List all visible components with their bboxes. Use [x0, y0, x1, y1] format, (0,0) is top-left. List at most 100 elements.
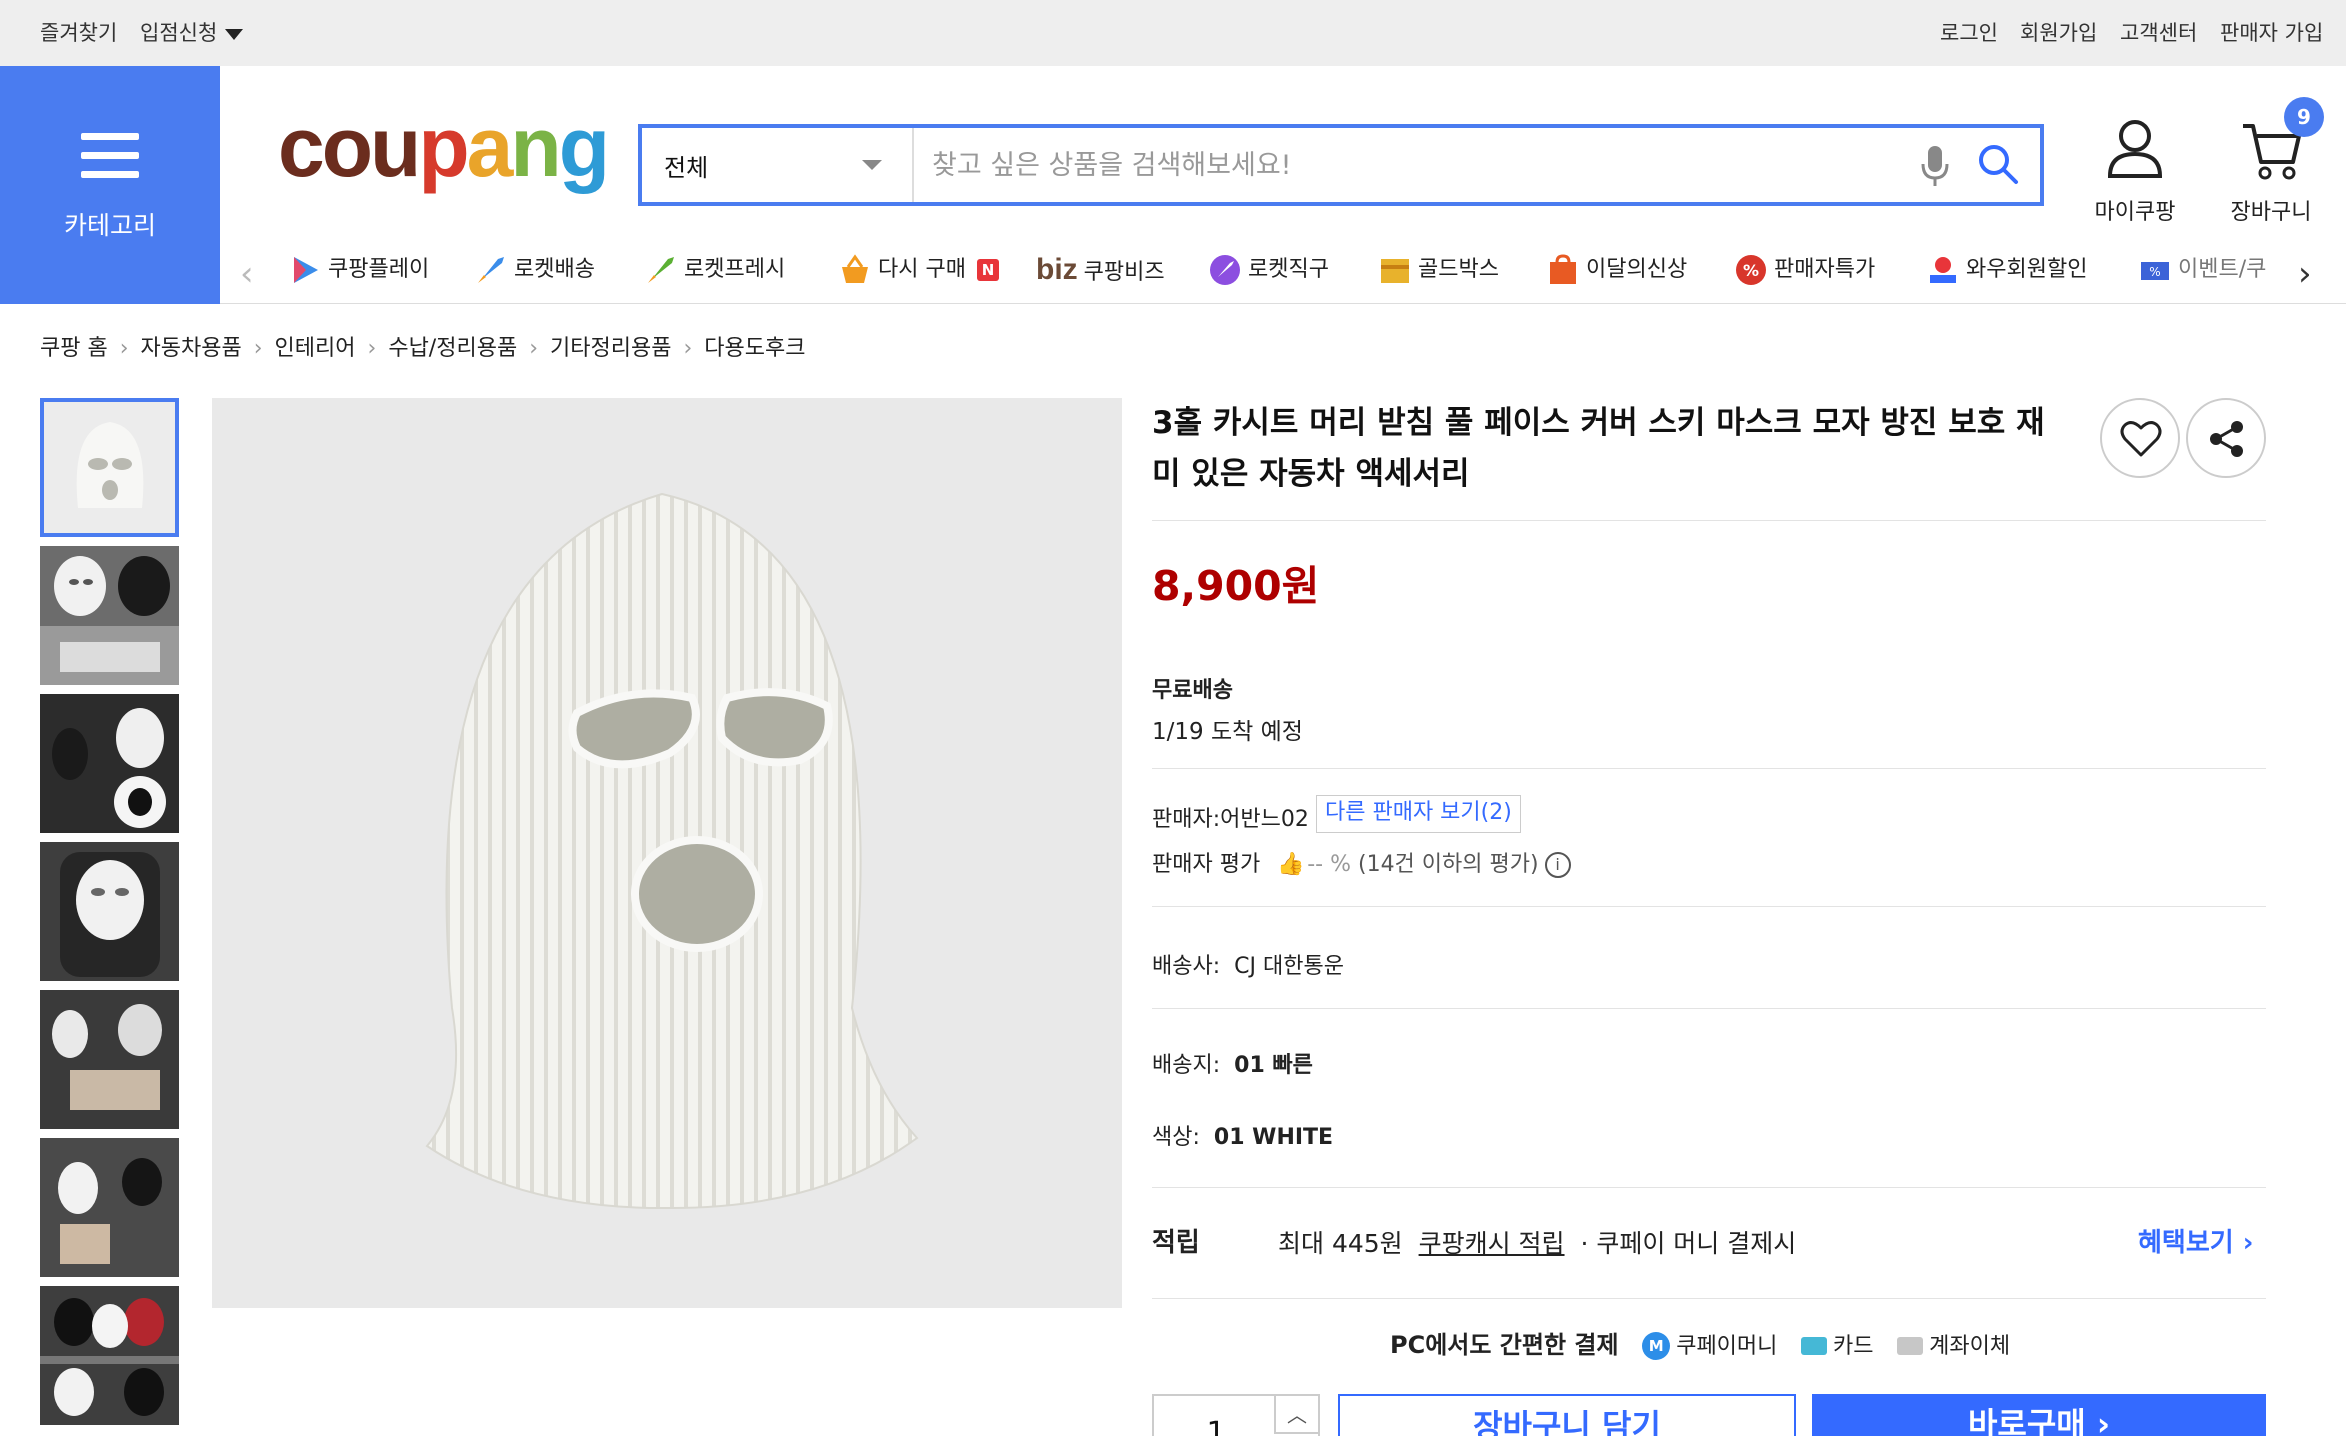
- new-badge: N: [976, 259, 999, 281]
- seller-label: 판매자:: [1152, 807, 1221, 832]
- product-main-image[interactable]: [212, 398, 1122, 1308]
- quantity-stepper[interactable]: 1 ︿: [1152, 1394, 1320, 1436]
- chevron-right-icon: ›: [119, 336, 129, 361]
- ski-mask-image: [425, 492, 919, 1210]
- nav-prev-arrow-icon[interactable]: ‹: [240, 254, 254, 294]
- percent-badge-icon: %: [1736, 255, 1766, 285]
- seller-rating-value: -- %: [1307, 852, 1351, 877]
- share-button[interactable]: [2186, 398, 2266, 478]
- nav-coupangplay[interactable]: 쿠팡플레이: [288, 250, 429, 290]
- color-option[interactable]: 색상: 01 WHITE: [1152, 1119, 1333, 1151]
- color-label: 색상:: [1152, 1125, 1200, 1150]
- nav-event-coupon[interactable]: % 이벤트/쿠: [2138, 250, 2298, 290]
- seller-info: 판매자:어반느02: [1152, 801, 1309, 833]
- courier-name: CJ 대한통운: [1234, 954, 1344, 979]
- product-thumbnail[interactable]: [40, 842, 179, 981]
- product-thumbnail[interactable]: [40, 990, 179, 1129]
- breadcrumb: 쿠팡 홈 › 자동차용품 › 인테리어 › 수납/정리용품 › 기타정리용품 › 다용도후크: [40, 330, 805, 362]
- breadcrumb-item[interactable]: 쿠팡 홈: [40, 336, 108, 361]
- nav-rocket-delivery[interactable]: 로켓배송: [474, 250, 595, 290]
- microphone-icon[interactable]: [1920, 144, 1950, 188]
- ship-from-value: 01 빠른: [1234, 1053, 1313, 1078]
- product-thumbnail[interactable]: [40, 398, 179, 537]
- reward-note: · 쿠페이 머니 결제시: [1580, 1229, 1797, 1258]
- nav-wow-discount[interactable]: 와우회원할인: [1926, 250, 2087, 290]
- nav-goldbox[interactable]: 골드박스: [1378, 250, 1499, 290]
- product-title: 3홀 카시트 머리 받침 풀 페이스 커버 스키 마스크 모자 방진 보호 재미…: [1152, 405, 2045, 492]
- product-thumbnail[interactable]: [40, 1138, 179, 1277]
- nav-next-arrow-icon[interactable]: ›: [2298, 254, 2312, 294]
- seller-apply-menu[interactable]: 입점신청: [140, 0, 244, 66]
- search-icon[interactable]: [1976, 142, 2020, 186]
- breadcrumb-item[interactable]: 다용도후크: [704, 336, 805, 361]
- product-thumbnail[interactable]: [40, 1286, 179, 1425]
- courier-info: 배송사: CJ 대한통운: [1152, 948, 1344, 980]
- benefit-link[interactable]: 혜택보기 ›: [2138, 1222, 2253, 1259]
- rocket-icon: [478, 257, 504, 283]
- reward-info: 최대 445원 쿠팡캐시 적립 · 쿠페이 머니 결제시: [1278, 1224, 1796, 1260]
- bookmark-link[interactable]: 즐겨찾기: [40, 0, 117, 66]
- seller-rating: 판매자 평가 👍 -- % (14건 이하의 평가) i: [1152, 846, 1571, 878]
- nav-rocket-global[interactable]: 로켓직구: [1208, 250, 1329, 290]
- payment-method: 쿠페이머니: [1676, 1334, 1778, 1359]
- nav-label: 쿠팡플레이: [328, 257, 430, 282]
- new-bag-icon: [1550, 254, 1576, 284]
- search-category-select[interactable]: 전체: [642, 128, 914, 202]
- arrival-date: 1/19 도착 예정: [1152, 719, 1303, 745]
- search-input[interactable]: [932, 142, 1892, 188]
- wow-icon: [1930, 257, 1956, 283]
- ship-from-option[interactable]: 배송지: 01 빠른: [1152, 1047, 1313, 1079]
- nav-label: 와우회원할인: [1966, 257, 2088, 282]
- cart-label: 장바구니: [2230, 200, 2312, 225]
- nav-label: 로켓배송: [514, 257, 595, 282]
- user-icon: [2107, 120, 2163, 178]
- chevron-right-icon: ›: [683, 336, 693, 361]
- share-icon: [2210, 421, 2243, 457]
- breadcrumb-item[interactable]: 인테리어: [275, 336, 356, 361]
- coupang-logo[interactable]: coupang: [278, 105, 610, 189]
- chevron-right-icon: ›: [253, 336, 263, 361]
- buy-now-label: 바로구매: [1967, 1405, 2086, 1436]
- nav-seller-deals[interactable]: % 판매자특가: [1734, 250, 1875, 290]
- nav-monthly-new[interactable]: 이달의신상: [1546, 250, 1687, 290]
- category-menu-button[interactable]: 카테고리: [0, 66, 220, 304]
- seller-apply-label: 입점신청: [140, 21, 218, 45]
- nav-coupangbiz[interactable]: biz 쿠팡비즈: [1036, 250, 1165, 290]
- chevron-right-icon: ›: [529, 336, 538, 361]
- color-value: 01 WHITE: [1213, 1125, 1334, 1150]
- nav-label: 로켓직구: [1248, 257, 1329, 282]
- info-icon[interactable]: i: [1544, 852, 1571, 878]
- breadcrumb-item[interactable]: 기타정리용품: [550, 336, 671, 361]
- reward-label: 적립: [1152, 1228, 1200, 1258]
- wishlist-button[interactable]: [2100, 398, 2180, 478]
- seller-signup-link[interactable]: 판매자 가입: [2220, 0, 2323, 66]
- coupang-cash-link[interactable]: 쿠팡캐시 적립: [1419, 1229, 1565, 1258]
- payment-method: 계좌이체: [1929, 1334, 2011, 1359]
- product-thumbnail[interactable]: [40, 694, 179, 833]
- other-sellers-button[interactable]: 다른 판매자 보기(2): [1316, 795, 1521, 833]
- divider: [1152, 1008, 2266, 1009]
- category-label: 카테고리: [63, 211, 156, 240]
- svg-text:%: %: [1743, 261, 1759, 280]
- divider: [1152, 520, 2266, 521]
- mycoupang-button[interactable]: 마이쿠팡: [2080, 118, 2190, 226]
- coupay-money-icon: M: [1642, 1332, 1671, 1360]
- biz-logo: biz: [1036, 253, 1078, 286]
- breadcrumb-item[interactable]: 자동차용품: [141, 336, 242, 361]
- seller-name: 어반느02: [1220, 807, 1309, 832]
- nav-label: 로켓프레시: [684, 257, 786, 282]
- chevron-down-icon: [862, 160, 882, 170]
- product-thumbnail[interactable]: [40, 546, 179, 685]
- nav-rebuy[interactable]: 다시 구매 N: [838, 250, 999, 290]
- customer-center-link[interactable]: 고객센터: [2120, 0, 2197, 66]
- signup-link[interactable]: 회원가입: [2020, 0, 2097, 66]
- divider: [1152, 1187, 2266, 1188]
- buy-now-button[interactable]: 바로구매 ›: [1812, 1394, 2266, 1436]
- login-link[interactable]: 로그인: [1940, 0, 1998, 66]
- breadcrumb-item[interactable]: 수납/정리용품: [388, 336, 517, 361]
- svg-text:%: %: [2149, 265, 2160, 279]
- add-to-cart-button[interactable]: 장바구니 담기: [1338, 1394, 1796, 1436]
- payment-method: 카드: [1833, 1334, 1874, 1359]
- chevron-up-icon[interactable]: ︿: [1274, 1396, 1318, 1434]
- nav-rocket-fresh[interactable]: 로켓프레시: [644, 250, 785, 290]
